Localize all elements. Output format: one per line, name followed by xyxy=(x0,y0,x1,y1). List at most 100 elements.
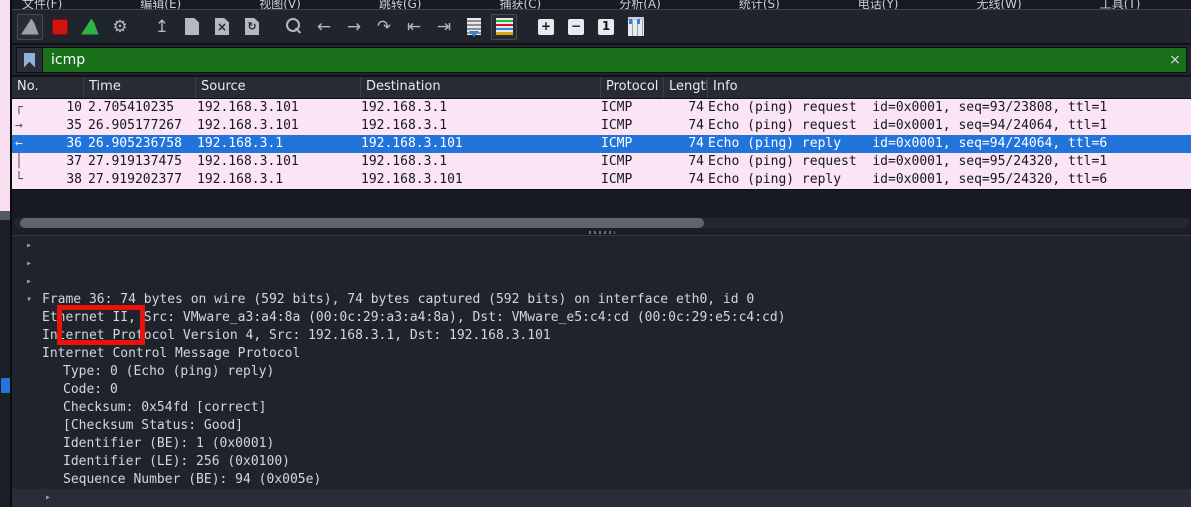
packet-row[interactable]: ← 36 26.905236758 192.168.3.1 192.168.3.… xyxy=(12,135,1191,153)
filter-bookmark-icon[interactable] xyxy=(17,48,43,72)
find-packet-icon[interactable] xyxy=(281,14,307,40)
detail-line[interactable]: Sequence Number (BE): 94 (0x005e) xyxy=(12,417,1191,487)
cell-time: 26.905177267 xyxy=(88,118,182,133)
colorize-packets-icon[interactable] xyxy=(491,13,517,40)
cell-no: 37 xyxy=(66,154,82,169)
menu-item[interactable]: 电话(Y) xyxy=(858,0,899,9)
chip-face: − xyxy=(568,18,584,35)
conversation-marker-icon: │ xyxy=(15,154,23,169)
capture-stop-icon[interactable] xyxy=(47,14,73,40)
scrollbar-thumb[interactable] xyxy=(20,218,704,228)
menu-item[interactable]: 文件(F) xyxy=(22,0,62,9)
cell-no: 38 xyxy=(66,172,82,187)
cell-info: Echo (ping) request id=0x0001, seq=95/24… xyxy=(708,154,1108,169)
cell-destination: 192.168.3.1 xyxy=(361,118,448,133)
packet-row[interactable]: → 35 26.905177267 192.168.3.101 192.168.… xyxy=(12,117,1191,135)
detail-line[interactable]: [Checksum Status: Good] xyxy=(12,363,1191,433)
column-header-time[interactable]: Time xyxy=(84,77,196,98)
go-first-packet-icon[interactable]: ⇤ xyxy=(401,14,427,40)
filter-bar: icmp × xyxy=(12,45,1191,75)
cell-source: 192.168.3.1 xyxy=(197,136,284,151)
expand-arrow-icon[interactable]: ▾ xyxy=(26,291,32,309)
detail-line[interactable]: ▾ Internet Control Message Protocol xyxy=(12,291,1191,361)
cell-no: 10 xyxy=(66,100,82,115)
filter-clear-icon[interactable]: × xyxy=(1164,48,1186,72)
detail-line[interactable]: ▸ Internet Protocol Version 4, Src: 192.… xyxy=(12,273,1191,343)
detail-line[interactable]: Identifier (BE): 1 (0x0001) xyxy=(12,381,1191,451)
expand-arrow-icon[interactable]: ▸ xyxy=(45,489,51,507)
cell-time: 2.705410235 xyxy=(88,100,175,115)
file-reload-icon[interactable] xyxy=(239,14,265,40)
cell-destination: 192.168.3.1 xyxy=(361,154,448,169)
file-close-icon[interactable] xyxy=(209,14,235,40)
menu-bar[interactable]: 文件(F) 编辑(E) 视图(V) 跳转(G) 捕获(C) 分析(A) 统计(S) 电话(Y)… xyxy=(12,0,1191,10)
expand-arrow-icon[interactable]: ▸ xyxy=(26,273,32,291)
menu-item[interactable]: 无线(W) xyxy=(977,0,1022,9)
detail-line[interactable]: Identifier (LE): 256 (0x0100) xyxy=(12,399,1191,469)
conversation-marker-icon: └ xyxy=(15,172,23,187)
column-header-info[interactable]: Info xyxy=(708,77,1191,98)
detail-line[interactable]: Checksum: 0x54fd [correct] xyxy=(12,345,1191,415)
chip-face: + xyxy=(538,18,554,35)
detail-line[interactable]: Code: 0 xyxy=(12,327,1191,397)
horizontal-scrollbar[interactable] xyxy=(12,217,1191,229)
column-header-length[interactable]: Length xyxy=(664,77,708,98)
detail-line[interactable]: [Response time: 0.059 ms] xyxy=(12,471,1191,489)
conversation-marker-icon: ┌ xyxy=(15,100,23,115)
cell-time: 26.905236758 xyxy=(88,136,182,151)
capture-options-icon[interactable]: ⚙ xyxy=(107,14,133,40)
menu-item[interactable]: 工具(T) xyxy=(1100,0,1141,9)
cell-info: Echo (ping) reply id=0x0001, seq=94/2406… xyxy=(708,136,1108,151)
packet-row[interactable]: ┌ 10 2.705410235 192.168.3.101 192.168.3… xyxy=(12,99,1191,117)
file-save-icon[interactable] xyxy=(179,14,205,40)
go-back-icon[interactable]: ← xyxy=(311,14,337,40)
capture-start-icon[interactable] xyxy=(17,13,43,40)
detail-line[interactable]: Type: 0 (Echo (ping) reply) xyxy=(12,309,1191,379)
zoom-original-icon[interactable]: 1 xyxy=(593,14,619,40)
packet-row[interactable]: │ 37 27.919137475 192.168.3.101 192.168.… xyxy=(12,153,1191,171)
detail-line[interactable]: ▸ Data (32 bytes) xyxy=(12,489,1191,507)
menu-item[interactable]: 捕获(C) xyxy=(499,0,541,9)
detail-line[interactable]: ▸ Ethernet II, Src: VMware_a3:a4:8a (00:… xyxy=(12,255,1191,325)
cell-info: Echo (ping) request id=0x0001, seq=93/23… xyxy=(708,100,1108,115)
display-filter-field[interactable]: icmp × xyxy=(16,47,1187,73)
menu-item[interactable]: 统计(S) xyxy=(739,0,780,9)
filter-input[interactable]: icmp xyxy=(43,48,1164,72)
zoom-in-icon[interactable]: + xyxy=(533,14,559,40)
splitter-handle-icon xyxy=(588,230,615,234)
column-header-source[interactable]: Source xyxy=(196,77,361,98)
packet-row[interactable]: └ 38 27.919202377 192.168.3.1 192.168.3.… xyxy=(12,171,1191,189)
background-details-sliver xyxy=(0,220,10,507)
menu-item[interactable]: 视图(V) xyxy=(259,0,301,9)
go-last-packet-icon[interactable]: ⇥ xyxy=(431,14,457,40)
column-header-destination[interactable]: Destination xyxy=(361,77,601,98)
background-window-sliver xyxy=(0,0,10,507)
go-to-packet-icon[interactable]: ↷ xyxy=(371,14,397,40)
expand-arrow-icon[interactable]: ▸ xyxy=(26,255,32,273)
expand-arrow-icon[interactable]: ▸ xyxy=(26,237,32,255)
file-open-icon[interactable]: ↥ xyxy=(149,14,175,40)
cell-destination: 192.168.3.101 xyxy=(361,136,463,151)
chip-face: 1 xyxy=(598,18,614,35)
auto-scroll-icon[interactable] xyxy=(461,14,487,40)
zoom-out-icon[interactable]: − xyxy=(563,14,589,40)
column-header-protocol[interactable]: Protocol xyxy=(601,77,664,98)
capture-restart-icon[interactable] xyxy=(77,14,103,40)
menu-item[interactable]: 分析(A) xyxy=(619,0,661,9)
detail-line[interactable]: Sequence Number (LE): 24064 (0x5e00) xyxy=(12,435,1191,505)
detail-line[interactable]: ▸ Frame 36: 74 bytes on wire (592 bits),… xyxy=(12,237,1191,307)
go-forward-icon[interactable]: → xyxy=(341,14,367,40)
menu-item[interactable]: 跳转(G) xyxy=(379,0,422,9)
cell-protocol: ICMP xyxy=(601,172,633,187)
wireshark-screen: 文件(F) 编辑(E) 视图(V) 跳转(G) 捕获(C) 分析(A) 统计(S) 电话(Y)… xyxy=(0,0,1191,507)
packet-list-empty-area xyxy=(12,189,1191,217)
cell-source: 192.168.3.1 xyxy=(197,172,284,187)
cell-length: 74 xyxy=(688,118,704,133)
cell-protocol: ICMP xyxy=(601,136,633,151)
column-header-no[interactable]: No. xyxy=(12,77,84,98)
cell-info: Echo (ping) reply id=0x0001, seq=95/2432… xyxy=(708,172,1108,187)
menu-item[interactable]: 编辑(E) xyxy=(140,0,181,9)
detail-line[interactable]: [Request frame: 35] xyxy=(12,453,1191,471)
cell-length: 74 xyxy=(688,154,704,169)
resize-columns-icon[interactable] xyxy=(623,14,649,40)
